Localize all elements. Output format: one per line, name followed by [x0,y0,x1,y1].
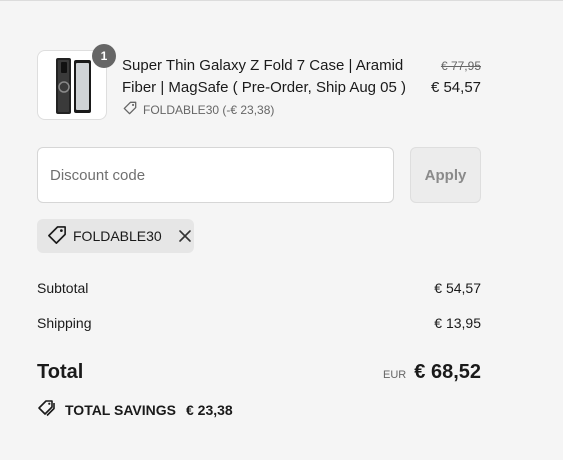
total-label: Total [37,361,84,383]
line-item: 1 Super Thin Galaxy Z Fold 7 Case | Aram… [37,44,481,122]
subtotal-label: Subtotal [37,280,89,296]
item-price: € 54,57 [430,79,481,96]
total-row: Total EUR € 68,52 [37,361,481,384]
savings-value: € 23,38 [185,401,233,418]
product-title: Super Thin Galaxy Z Fold 7 Case | Aramid… [122,57,407,96]
original-price: € 77,95 [440,59,481,73]
subtotal-value: € 54,57 [434,280,481,296]
product-thumbnail: 1 [37,44,116,120]
apply-button[interactable]: Apply [410,147,481,203]
item-discount-label: FOLDABLE30 (-€ 23,38) [143,102,275,117]
tags-icon [37,399,57,420]
applied-code-label: FOLDABLE30 [73,228,162,244]
shipping-row: Shipping € 13,95 [37,315,481,331]
applied-code-chip: FOLDABLE30 [37,219,194,253]
total-value: € 68,52 [414,361,481,383]
total-amount: EUR € 68,52 [383,361,481,384]
top-divider [0,0,563,1]
tag-icon [123,101,137,118]
close-icon[interactable] [178,229,192,243]
quantity-badge: 1 [92,44,116,68]
subtotal-row: Subtotal € 54,57 [37,280,481,296]
tag-icon [47,225,67,248]
total-savings: TOTAL SAVINGS € 23,38 [37,399,233,420]
item-discount: FOLDABLE30 (-€ 23,38) [123,101,274,118]
shipping-value: € 13,95 [434,315,481,331]
discount-code-input[interactable] [37,147,394,203]
currency-code: EUR [383,369,407,381]
shipping-label: Shipping [37,315,92,331]
savings-label: TOTAL SAVINGS [65,401,176,418]
